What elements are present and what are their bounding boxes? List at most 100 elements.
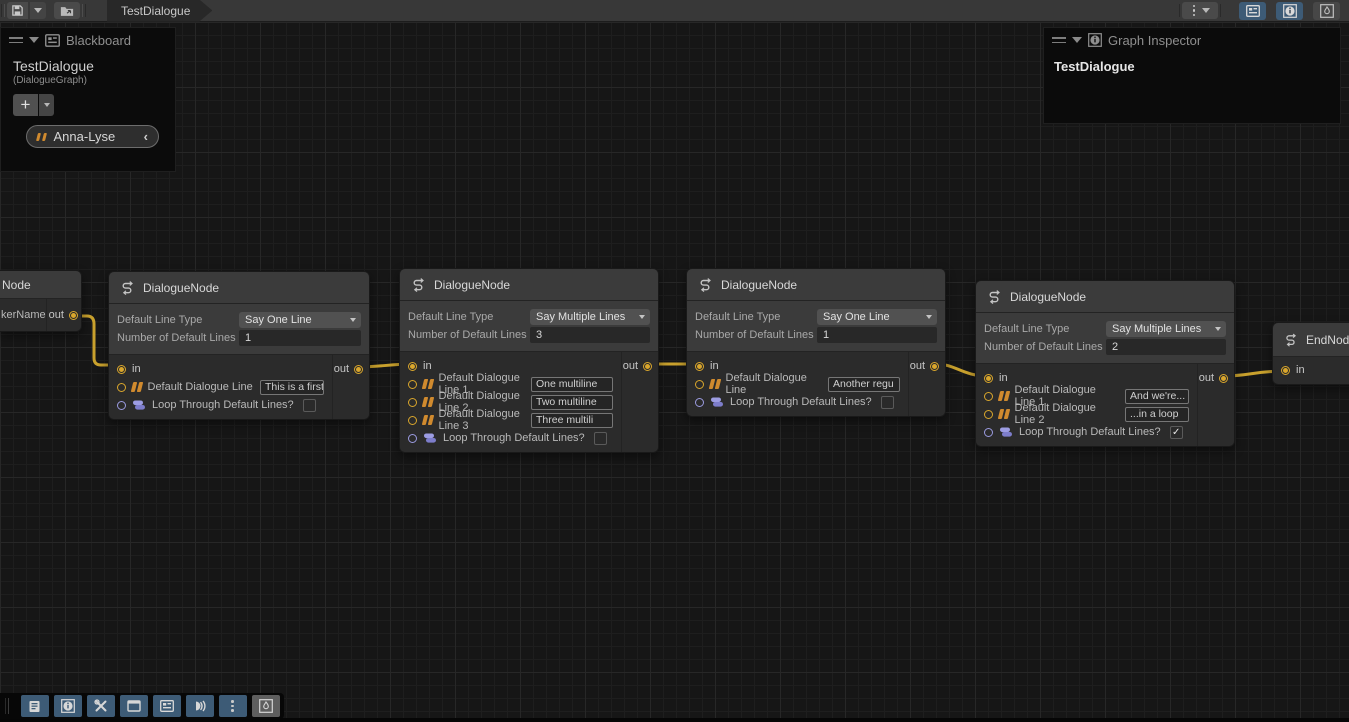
add-variable-button[interactable]: + (13, 94, 38, 116)
toggle-blackboard-button[interactable] (153, 695, 181, 717)
node-title-bar[interactable]: EndNode (1273, 323, 1349, 357)
loop-label: Loop Through Default Lines? (152, 399, 294, 411)
dialogue-node-1[interactable]: DialogueNode Default Line Type Say One L… (108, 271, 370, 420)
loop-icon (999, 426, 1013, 438)
in-port[interactable] (695, 362, 704, 371)
kebab-menu-icon (1190, 5, 1199, 17)
in-port[interactable] (117, 365, 126, 374)
out-port[interactable] (643, 362, 652, 371)
blackboard-panel[interactable]: Blackboard TestDialogue (DialogueGraph) … (0, 27, 176, 172)
loop-port[interactable] (117, 401, 126, 410)
graph-node-icon (1283, 332, 1298, 348)
end-node[interactable]: EndNode in (1272, 322, 1349, 385)
loop-checkbox[interactable] (303, 399, 316, 412)
flame-icon (259, 699, 273, 713)
toggle-dialogue-button[interactable] (186, 695, 214, 717)
collapse-chevron-icon[interactable]: ‹ (144, 129, 148, 144)
node-title-bar[interactable]: DialogueNode (400, 269, 658, 301)
dropdown-arrow-icon (1215, 327, 1221, 331)
loop-checkbox[interactable] (594, 432, 607, 445)
node-title-bar[interactable]: DialogueNode (109, 272, 369, 304)
out-port[interactable] (69, 311, 78, 320)
dialogue-line-port[interactable] (408, 398, 417, 407)
dialogue-line-port[interactable] (408, 416, 417, 425)
loop-label: Loop Through Default Lines? (443, 432, 585, 444)
in-port-label: in (710, 360, 719, 372)
line-type-dropdown[interactable]: Say Multiple Lines (1106, 321, 1226, 337)
toggle-window-button[interactable] (120, 695, 148, 717)
dialogue-line-input[interactable]: Three multili (531, 413, 613, 428)
toggle-tools-button[interactable] (87, 695, 115, 717)
toggle-console-button[interactable] (21, 695, 49, 717)
flame-icon (1320, 4, 1334, 18)
line-type-dropdown[interactable]: Say One Line (817, 309, 937, 325)
dialogue-line-port[interactable] (695, 380, 704, 389)
dialogue-node-2[interactable]: DialogueNode Default Line Type Say Multi… (399, 268, 659, 453)
blackboard-field-anna-lyse[interactable]: Anna-Lyse ‹ (26, 125, 159, 148)
toggle-blackboard-button[interactable] (1239, 2, 1266, 20)
line-count-input[interactable]: 3 (530, 327, 650, 343)
dialogue-line-input[interactable]: This is a first (260, 380, 324, 395)
loop-port[interactable] (984, 428, 993, 437)
out-port[interactable] (930, 362, 939, 371)
node-title: EndNode (1306, 333, 1349, 347)
quote-icon (422, 397, 434, 407)
dialogue-line-value: Another regu (833, 378, 894, 390)
collapse-triangle-icon[interactable] (29, 37, 39, 43)
dialogue-line-port[interactable] (984, 392, 993, 401)
in-port-label: in (132, 363, 141, 375)
out-port-label: out (910, 360, 925, 372)
dialogue-line-value: Three multili (536, 414, 593, 426)
dialogue-node-4[interactable]: DialogueNode Default Line Type Say Multi… (975, 280, 1235, 447)
loop-port[interactable] (695, 398, 704, 407)
add-variable-dropdown-button[interactable] (39, 94, 54, 116)
graph-options-button[interactable] (1182, 2, 1218, 19)
dialogue-line-port[interactable] (408, 380, 417, 389)
toggle-flame-button[interactable] (1313, 2, 1340, 20)
window-icon (127, 700, 141, 712)
dialogue-line-port[interactable] (984, 410, 993, 419)
graph-inspector-panel[interactable]: Graph Inspector TestDialogue (1043, 27, 1341, 124)
node-title-bar[interactable]: DialogueNode (687, 269, 945, 301)
loop-checkbox[interactable]: ✓ (1170, 426, 1183, 439)
line-count-input[interactable]: 1 (239, 330, 361, 346)
toggle-flame-button[interactable] (252, 695, 280, 717)
graph-inspector-header[interactable]: Graph Inspector (1044, 28, 1340, 52)
blackboard-header[interactable]: Blackboard (1, 28, 175, 52)
quote-icon (998, 391, 1010, 401)
save-dropdown-button[interactable] (30, 2, 46, 19)
out-port[interactable] (354, 365, 363, 374)
tab-testdialogue[interactable]: TestDialogue (107, 0, 212, 22)
toggle-inspector-button[interactable] (54, 695, 82, 717)
line-count-input[interactable]: 2 (1106, 339, 1226, 355)
line-count-input[interactable]: 1 (817, 327, 937, 343)
dialogue-line-input[interactable]: Another regu (828, 377, 900, 392)
line-type-dropdown[interactable]: Say Multiple Lines (530, 309, 650, 325)
drag-handle-icon[interactable] (9, 37, 23, 43)
in-port[interactable] (408, 362, 417, 371)
graph-node-icon (410, 277, 426, 293)
node-title-bar[interactable]: Node (0, 271, 81, 299)
open-asset-button[interactable] (54, 2, 80, 19)
collapse-triangle-icon[interactable] (1072, 37, 1082, 43)
save-button[interactable] (7, 2, 28, 19)
start-node-partial[interactable]: Node kerName out (0, 270, 82, 332)
toggle-inspector-button[interactable] (1276, 2, 1303, 20)
out-port[interactable] (1219, 374, 1228, 383)
line-type-dropdown[interactable]: Say One Line (239, 312, 361, 328)
dialogue-line-input[interactable]: And we're... (1125, 389, 1189, 404)
node-title-bar[interactable]: DialogueNode (976, 281, 1234, 313)
toolbar-options-button[interactable] (219, 695, 247, 717)
dialogue-line-input[interactable]: One multiline (531, 377, 613, 392)
line-type-value: Say One Line (245, 314, 312, 326)
in-port[interactable] (984, 374, 993, 383)
drag-handle-icon[interactable] (1052, 37, 1066, 43)
in-port[interactable] (1281, 366, 1290, 375)
blackboard-graph-type: (DialogueGraph) (1, 74, 175, 92)
dialogue-line-port[interactable] (117, 383, 126, 392)
loop-checkbox[interactable] (881, 396, 894, 409)
dialogue-line-input[interactable]: Two multiline (531, 395, 613, 410)
dialogue-node-3[interactable]: DialogueNode Default Line Type Say One L… (686, 268, 946, 417)
loop-port[interactable] (408, 434, 417, 443)
dialogue-line-input[interactable]: ...in a loop (1125, 407, 1189, 422)
